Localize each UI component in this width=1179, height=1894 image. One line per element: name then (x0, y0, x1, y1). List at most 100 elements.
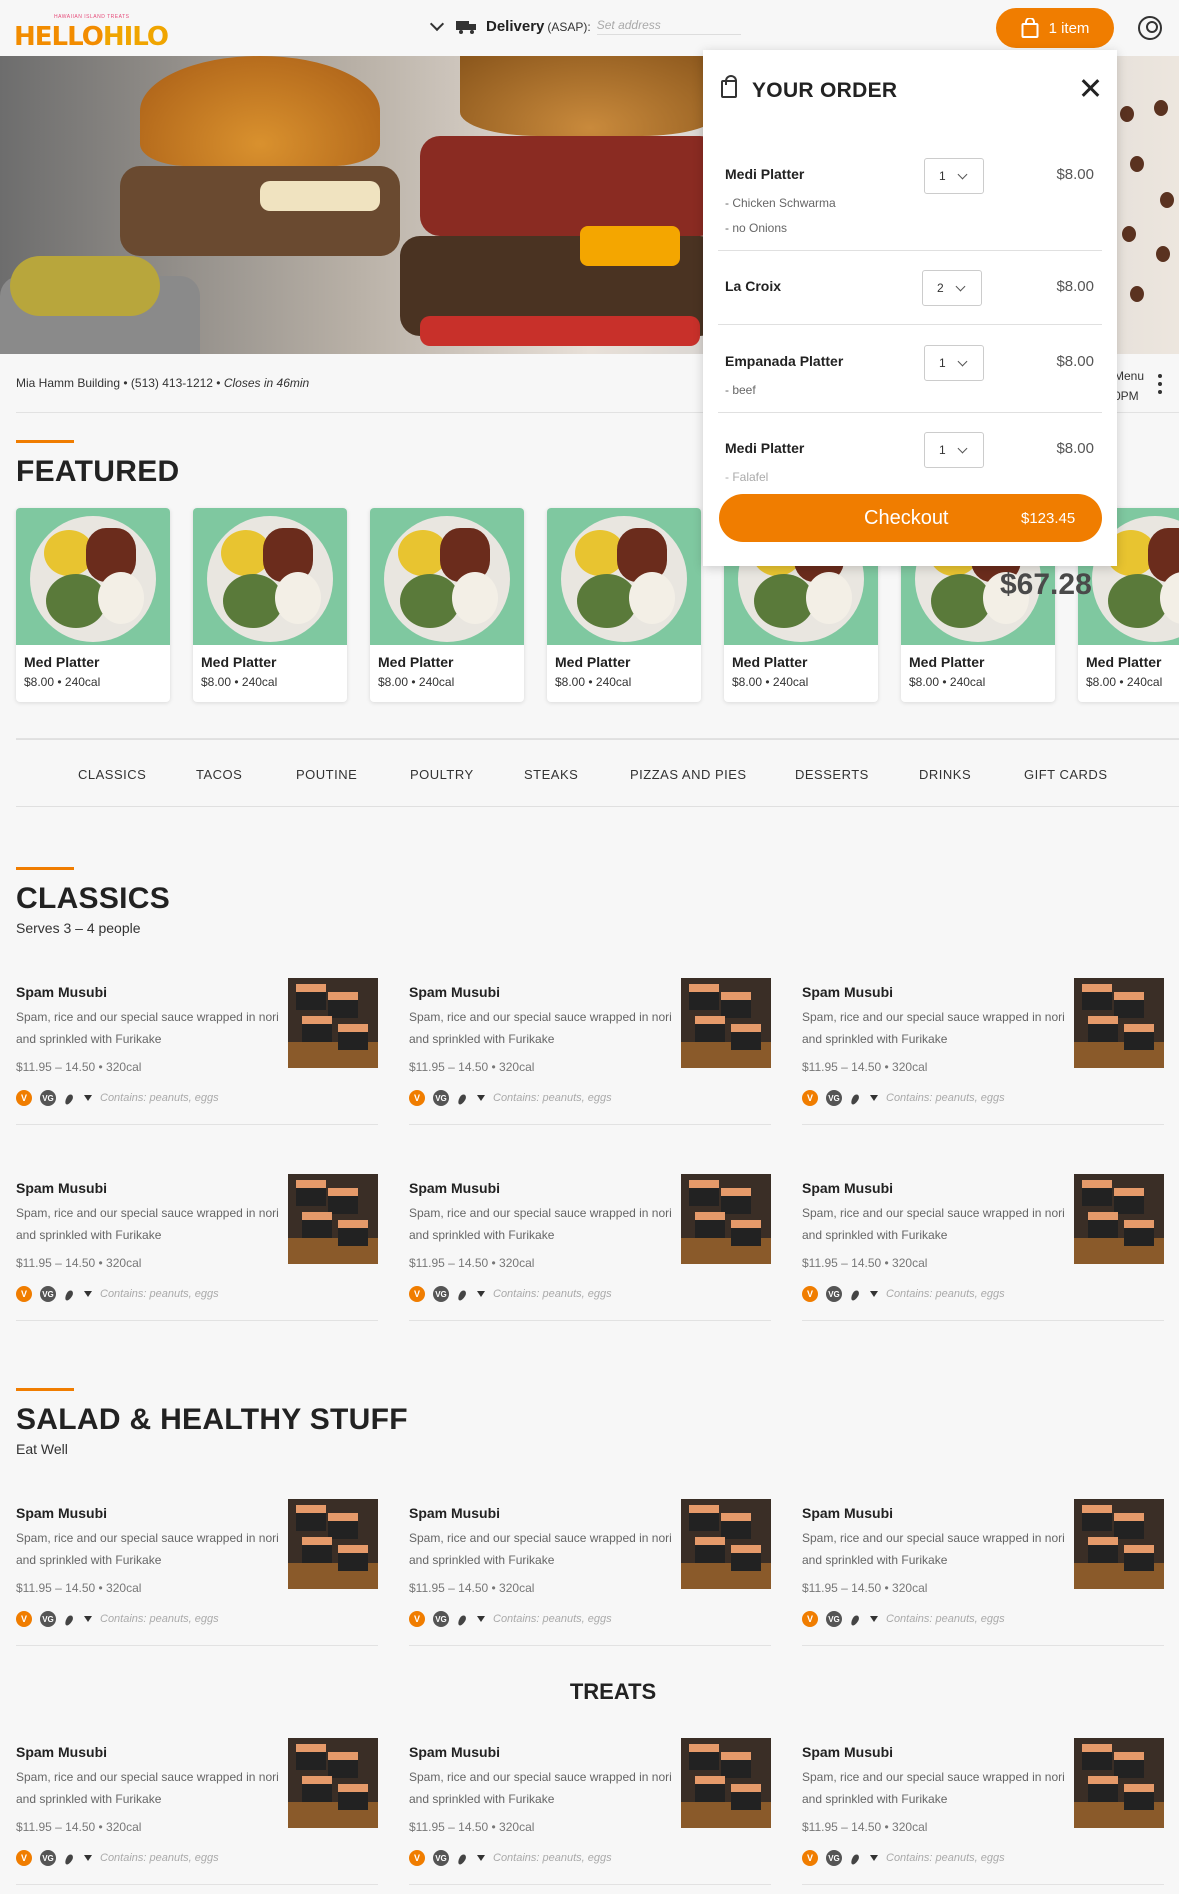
menu-item-description: Spam, rice and our special sauce wrapped… (802, 1770, 1065, 1806)
caret-down-icon[interactable] (870, 1616, 878, 1622)
menu-item-name: Spam Musubi (802, 984, 894, 1000)
spicy-pepper-icon (457, 1287, 469, 1301)
menu-item-card[interactable]: Spam Musubi Spam, rice and our special sa… (802, 1499, 1164, 1646)
featured-meta: $8.00 • 240cal (378, 675, 455, 689)
spicy-pepper-icon (850, 1287, 862, 1301)
featured-card[interactable]: Med Platter $8.00 • 240cal (16, 508, 170, 702)
dietary-badges: V VG Contains: peanuts, eggs (409, 1611, 612, 1627)
menu-item-card[interactable]: Spam Musubi Spam, rice and our special sa… (16, 1738, 378, 1885)
order-item-price: $8.00 (1056, 353, 1094, 370)
profile-icon[interactable] (1138, 16, 1162, 40)
allergen-text: Contains: peanuts, eggs (100, 1092, 219, 1104)
vegetarian-icon: V (409, 1611, 425, 1627)
menu-item-card[interactable]: Spam Musubi Spam, rice and our special sa… (409, 1738, 771, 1885)
nav-drinks[interactable]: DRINKS (919, 767, 971, 782)
dietary-badges: V VG Contains: peanuts, eggs (16, 1850, 219, 1866)
allergen-text: Contains: peanuts, eggs (493, 1288, 612, 1300)
address-input[interactable]: Set address (596, 18, 741, 35)
menu-item-name: Spam Musubi (16, 1505, 108, 1521)
order-item-price: $8.00 (1056, 166, 1094, 183)
vegan-icon: VG (40, 1611, 56, 1627)
menu-item-card[interactable]: Spam Musubi Spam, rice and our special sa… (802, 978, 1164, 1125)
order-item-name: Medi Platter (725, 166, 805, 182)
caret-down-icon[interactable] (477, 1616, 485, 1622)
nav-poutine[interactable]: POUTINE (296, 767, 357, 782)
caret-down-icon[interactable] (477, 1095, 485, 1101)
quantity-select[interactable]: 1 (924, 158, 984, 194)
dietary-badges: V VG Contains: peanuts, eggs (802, 1850, 1005, 1866)
featured-card[interactable]: Med Platter $8.00 • 240cal (547, 508, 701, 702)
menu-item-description: Spam, rice and our special sauce wrapped… (16, 1010, 279, 1046)
location-text: Mia Hamm Building • (513) 413-1212 • (16, 376, 224, 390)
featured-name: Med Platter (1086, 654, 1162, 670)
menu-item-card[interactable]: Spam Musubi Spam, rice and our special sa… (16, 1499, 378, 1646)
caret-down-icon[interactable] (870, 1291, 878, 1297)
nav-desserts[interactable]: DESSERTS (795, 767, 869, 782)
delivery-selector[interactable]: Delivery (ASAP): Set address (429, 16, 741, 35)
menu-item-card[interactable]: Spam Musubi Spam, rice and our special sa… (802, 1174, 1164, 1321)
more-options-icon[interactable] (1158, 374, 1162, 398)
featured-card[interactable]: Med Platter $8.00 • 240cal (370, 508, 524, 702)
quantity-select[interactable]: 1 (924, 345, 984, 381)
caret-down-icon[interactable] (84, 1291, 92, 1297)
menu-hours: Menu 0PM (1114, 369, 1145, 403)
spicy-pepper-icon (850, 1612, 862, 1626)
allergen-text: Contains: peanuts, eggs (493, 1613, 612, 1625)
menu-item-image (1074, 978, 1164, 1068)
menu-item-card[interactable]: Spam Musubi Spam, rice and our special sa… (16, 978, 378, 1125)
brand-logo[interactable]: HAWAIIAN ISLAND TREATS HELLOHILO (14, 10, 169, 52)
checkout-button[interactable]: Checkout $123.45 (719, 494, 1102, 542)
dietary-badges: V VG Contains: peanuts, eggs (802, 1611, 1005, 1627)
cart-count: 1 item (1048, 19, 1090, 37)
menu-item-card[interactable]: Spam Musubi Spam, rice and our special sa… (409, 1499, 771, 1646)
menu-item-card[interactable]: Spam Musubi Spam, rice and our special sa… (16, 1174, 378, 1321)
allergen-text: Contains: peanuts, eggs (886, 1613, 1005, 1625)
menu-item-name: Spam Musubi (409, 1505, 501, 1521)
quantity-select[interactable]: 2 (922, 270, 982, 306)
caret-down-icon[interactable] (84, 1855, 92, 1861)
menu-item-image (1074, 1499, 1164, 1589)
menu-item-name: Spam Musubi (16, 1180, 108, 1196)
featured-name: Med Platter (201, 654, 277, 670)
featured-name: Med Platter (909, 654, 985, 670)
menu-item-card[interactable]: Spam Musubi Spam, rice and our special sa… (409, 1174, 771, 1321)
classics-subtitle: Serves 3 – 4 people (16, 920, 141, 936)
nav-tacos[interactable]: TACOS (196, 767, 242, 782)
nav-poultry[interactable]: POULTRY (410, 767, 474, 782)
caret-down-icon[interactable] (477, 1291, 485, 1297)
menu-item-card[interactable]: Spam Musubi Spam, rice and our special sa… (409, 978, 771, 1125)
caret-down-icon[interactable] (84, 1095, 92, 1101)
order-item-mods: - Falafel (725, 470, 769, 484)
vegan-icon: VG (433, 1611, 449, 1627)
spicy-pepper-icon (457, 1612, 469, 1626)
vegan-icon: VG (40, 1850, 56, 1866)
menu-item-name: Spam Musubi (16, 984, 108, 1000)
menu-item-image (681, 1174, 771, 1264)
vegetarian-icon: V (409, 1850, 425, 1866)
checkout-total: $123.45 (1021, 510, 1076, 527)
menu-item-description: Spam, rice and our special sauce wrapped… (16, 1206, 279, 1242)
allergen-text: Contains: peanuts, eggs (100, 1613, 219, 1625)
featured-card[interactable]: Med Platter $8.00 • 240cal (193, 508, 347, 702)
caret-down-icon[interactable] (84, 1616, 92, 1622)
close-icon[interactable] (1080, 78, 1100, 98)
menu-item-price: $11.95 – 14.50 • 320cal (409, 1060, 535, 1074)
quantity-select[interactable]: 1 (924, 432, 984, 468)
featured-meta: $8.00 • 240cal (201, 675, 278, 689)
caret-down-icon[interactable] (870, 1855, 878, 1861)
spicy-pepper-icon (64, 1612, 76, 1626)
menu-item-card[interactable]: Spam Musubi Spam, rice and our special sa… (802, 1738, 1164, 1885)
nav-classics[interactable]: CLASSICS (78, 767, 146, 782)
menu-item-name: Spam Musubi (802, 1744, 894, 1760)
allergen-text: Contains: peanuts, eggs (100, 1852, 219, 1864)
spicy-pepper-icon (457, 1091, 469, 1105)
spicy-pepper-icon (850, 1091, 862, 1105)
menu-item-image (288, 1499, 378, 1589)
cart-button[interactable]: 1 item (996, 8, 1114, 48)
nav-gift-cards[interactable]: GIFT CARDS (1024, 767, 1108, 782)
nav-steaks[interactable]: STEAKS (524, 767, 578, 782)
spicy-pepper-icon (457, 1851, 469, 1865)
caret-down-icon[interactable] (870, 1095, 878, 1101)
caret-down-icon[interactable] (477, 1855, 485, 1861)
nav-pizzas-and-pies[interactable]: PIZZAS AND PIES (630, 767, 747, 782)
